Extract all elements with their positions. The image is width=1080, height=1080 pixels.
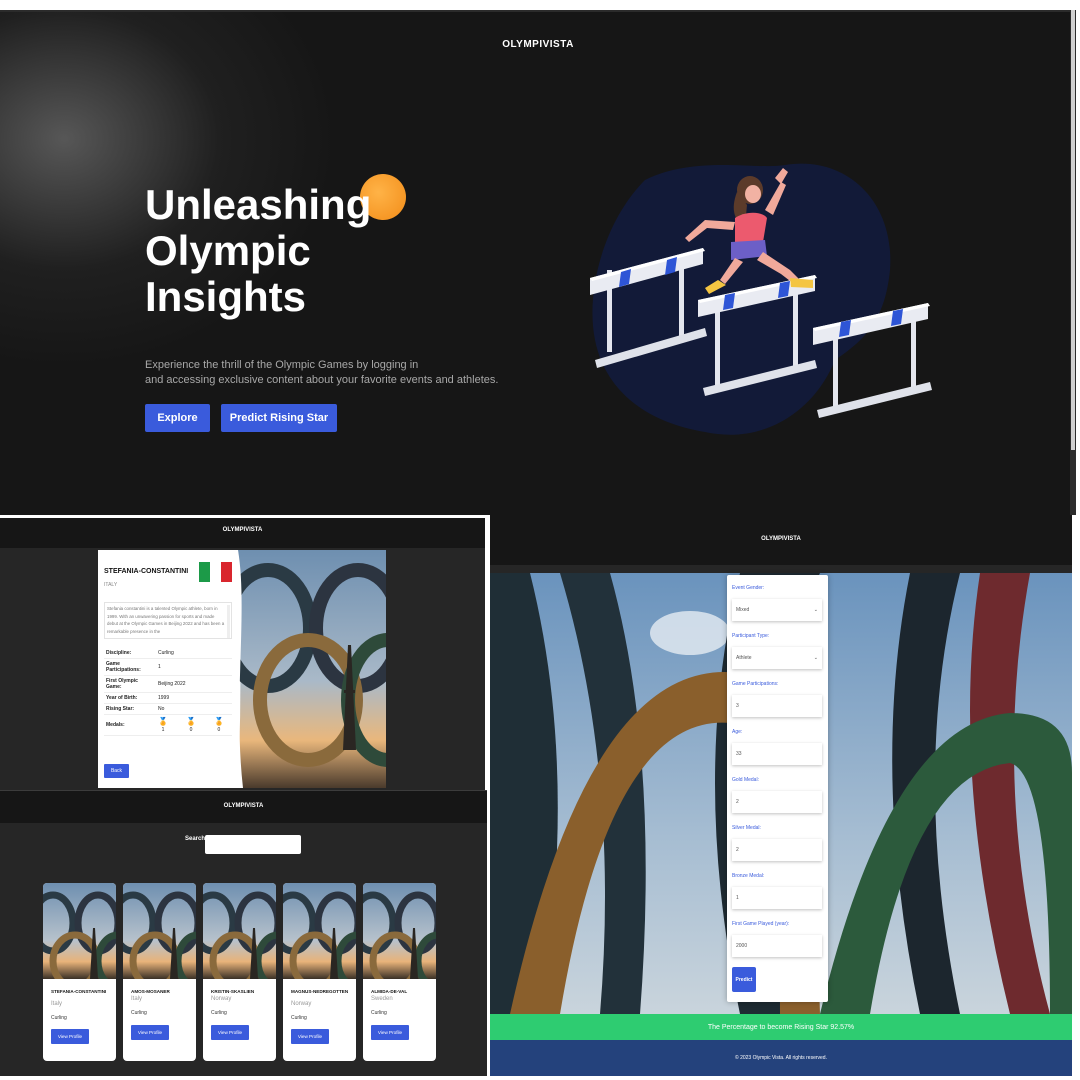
athlete-card-name: KRISTIN-SKASLIEN (211, 989, 255, 994)
page-scrollbar[interactable] (1070, 10, 1076, 515)
table-row: Medals: 🏅 1 🏅 0 🏅 0 (104, 714, 232, 736)
form-field-label: Event Gender: (732, 585, 765, 591)
athlete-hurdles-illustration (590, 163, 932, 435)
brand-logo[interactable]: OLYMPIVISTA (0, 527, 485, 533)
view-profile-button[interactable]: View Profile (51, 1029, 89, 1044)
prediction-form: Predict Event Gender: Mixed ⌄ Participant T… (727, 575, 828, 1002)
medals-label: Medals: (104, 714, 156, 736)
athlete-country: ITALY (104, 582, 118, 588)
athlete-details-table: Discipline: Curling Game Participations: 1… (104, 648, 232, 736)
predict-rising-star-button[interactable]: Predict Rising Star (221, 404, 337, 432)
athlete-card-discipline: Curling (211, 1010, 227, 1016)
athlete-card-discipline: Curling (371, 1010, 387, 1016)
athlete-card: KRISTIN-SKASLIEN Norway Curling View Pro… (203, 883, 276, 1061)
search-label: Search (185, 836, 206, 842)
athlete-card-country: Norway (291, 1001, 312, 1007)
athlete-profile-screen: OLYMPIVISTA STEFANIA-CONSTANTINI ITALY S… (0, 518, 485, 790)
hero-headline: Unleashing Olympic Insights (145, 182, 371, 320)
form-field-label: Gold Medal: (732, 777, 759, 783)
athlete-card: STEFANIA-CONSTANTINI Italy Curling View … (43, 883, 116, 1061)
athlete-bio: Stefania constantini is a talented Olymp… (107, 606, 225, 634)
athlete-card-discipline: Curling (291, 1015, 307, 1021)
form-field-label: First Game Played (year): (732, 921, 790, 927)
athlete-search-screen: OLYMPIVISTA Search STEFANIA-CONSTANTINI … (0, 790, 487, 1076)
table-row: Year of Birth: 1999 (104, 692, 232, 704)
athlete-card-discipline: Curling (51, 1015, 67, 1021)
olympic-rings-photo (238, 550, 386, 788)
headline-line-2: Olympic (145, 227, 311, 274)
back-button[interactable]: Back (104, 764, 129, 778)
prediction-result-banner: The Percentage to become Rising Star 92.… (490, 1014, 1072, 1040)
table-row: Discipline: Curling (104, 648, 232, 659)
bio-scrollbar[interactable] (227, 605, 230, 638)
athlete-card-photo (283, 883, 356, 991)
headline-line-3: Insights (145, 273, 307, 320)
athlete-card-name: AMOS-MOSANER (131, 989, 170, 994)
athlete-card-photo (43, 883, 116, 991)
explore-button[interactable]: Explore (145, 404, 210, 432)
headline-line-1: Unleashing (145, 181, 372, 228)
chevron-down-icon: ⌄ (813, 607, 818, 613)
athlete-card-name: STEFANIA-CONSTANTINI (51, 989, 107, 994)
hero-section: OLYMPIVISTA Unleashing Olympic Insights … (0, 10, 1076, 515)
athlete-card-country: Sweden (371, 996, 393, 1002)
form-field-label: Participant Type: (732, 633, 770, 639)
bronze-medal-icon: 🏅 (213, 717, 224, 726)
form-select[interactable]: Athlete ⌄ (732, 647, 822, 669)
silver-medal-icon: 🏅 (185, 717, 196, 726)
rising-star-prediction-screen: OLYMPIVISTA Predict Event Gender: Mixed ⌄ P… (490, 515, 1072, 1076)
view-profile-button[interactable]: View Profile (291, 1029, 329, 1044)
athlete-card-photo (203, 883, 276, 991)
form-input[interactable]: 3 (732, 695, 822, 717)
athlete-cards-list: STEFANIA-CONSTANTINI Italy Curling View … (43, 883, 436, 1061)
athlete-card-discipline: Curling (131, 1010, 147, 1016)
gold-medal-icon: 🏅 (158, 717, 168, 726)
athlete-card-photo (123, 883, 196, 991)
athlete-bio-box[interactable]: Stefania constantini is a talented Olymp… (104, 602, 232, 639)
table-row: Rising Star: No (104, 703, 232, 715)
chevron-down-icon: ⌄ (813, 655, 818, 661)
view-profile-button[interactable]: View Profile (131, 1025, 169, 1040)
predict-button[interactable]: Predict (732, 967, 756, 992)
form-input[interactable]: 33 (732, 743, 822, 765)
athlete-card-name: ALMIDA-DE-VAL (371, 989, 408, 994)
form-field-label: Silver Medal: (732, 825, 761, 831)
italy-flag-icon (199, 562, 232, 582)
form-field-label: Age: (732, 729, 743, 735)
athlete-card: AMOS-MOSANER Italy Curling View Profile (123, 883, 196, 1061)
bronze-medal: 🏅 0 (213, 717, 224, 733)
athlete-card-name: MAGNUS-NEDREGOTTEN (291, 989, 349, 994)
athlete-card-photo (363, 883, 436, 991)
form-field-label: Game Participations: (732, 681, 779, 687)
medals-list: 🏅 1 🏅 0 🏅 0 (158, 717, 230, 733)
form-input[interactable]: 2 (732, 791, 822, 813)
view-profile-button[interactable]: View Profile (371, 1025, 409, 1040)
brand-logo[interactable]: OLYMPIVISTA (490, 536, 1072, 542)
form-input[interactable]: 2000 (732, 935, 822, 957)
form-input[interactable]: 2 (732, 839, 822, 861)
brand-logo[interactable]: OLYMPIVISTA (0, 803, 487, 809)
athlete-card-country: Italy (131, 996, 143, 1002)
table-row: First Olympic Game: Beijing 2022 (104, 675, 232, 693)
navbar (0, 518, 485, 548)
athlete-card-country: Norway (211, 996, 232, 1002)
footer: © 2023 Olympic Vista. All rights reserve… (490, 1040, 1072, 1076)
athlete-card-country: Italy (51, 1001, 63, 1007)
gold-medal: 🏅 1 (158, 717, 168, 733)
athlete-card: MAGNUS-NEDREGOTTEN Norway Curling View P… (283, 883, 356, 1061)
silver-medal: 🏅 0 (185, 717, 196, 733)
athlete-profile-card: STEFANIA-CONSTANTINI ITALY Stefania cons… (98, 550, 386, 788)
brand-logo[interactable]: OLYMPIVISTA (0, 39, 1076, 50)
table-row: Game Participations: 1 (104, 658, 232, 676)
athlete-name: STEFANIA-CONSTANTINI (104, 568, 189, 575)
form-input[interactable]: 1 (732, 887, 822, 909)
form-select[interactable]: Mixed ⌄ (732, 599, 822, 621)
athlete-card: ALMIDA-DE-VAL Sweden Curling View Profil… (363, 883, 436, 1061)
hero-description: Experience the thrill of the Olympic Gam… (145, 359, 499, 386)
search-input[interactable] (205, 835, 301, 854)
form-field-label: Bronze Medal: (732, 873, 765, 879)
view-profile-button[interactable]: View Profile (211, 1025, 249, 1040)
